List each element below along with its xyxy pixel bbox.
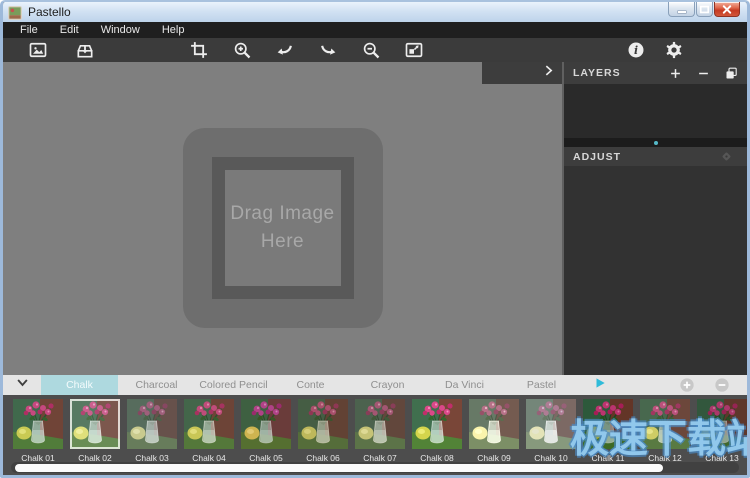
svg-text:i: i — [634, 44, 638, 57]
preset-tab[interactable]: Colored Pencil — [195, 375, 272, 395]
preset-tab[interactable]: Charcoal — [118, 375, 195, 395]
preset-thumbnail[interactable]: Chalk 07 — [355, 399, 405, 463]
preset-tab[interactable]: Chalk — [41, 375, 118, 395]
toolbar: i — [3, 38, 747, 62]
preset-thumbnail[interactable]: Chalk 12 — [640, 399, 690, 463]
maximize-button[interactable] — [696, 2, 713, 17]
close-button[interactable] — [714, 2, 740, 17]
preset-thumbnail-image[interactable] — [640, 399, 690, 449]
menu-item[interactable]: File — [9, 24, 49, 36]
toolbar-file-group — [27, 39, 96, 61]
right-panel: LAYERS ADJUST — [562, 62, 747, 375]
preset-thumbnail-image[interactable] — [583, 399, 633, 449]
thumbnail-list: Chalk 01 Chalk 02 Chalk 03 Chalk 04 — [13, 399, 747, 463]
save-image-icon[interactable] — [74, 39, 96, 61]
dropzone-text-line2: Here — [230, 228, 334, 256]
zoom-out-icon[interactable] — [360, 39, 382, 61]
adjust-title: ADJUST — [573, 151, 621, 163]
preset-thumbnail-image[interactable] — [184, 399, 234, 449]
dropzone-text: Drag Image Here — [230, 200, 334, 255]
remove-preset-button[interactable] — [714, 377, 730, 393]
preset-thumbnail[interactable]: Chalk 05 — [241, 399, 291, 463]
preset-thumbnail-image[interactable] — [70, 399, 120, 449]
preset-thumbnail[interactable]: Chalk 08 — [412, 399, 462, 463]
title-bar[interactable]: Pastello — [3, 2, 747, 22]
panel-collapse-bar[interactable] — [482, 62, 562, 84]
minimize-button[interactable] — [668, 2, 695, 17]
app-icon — [8, 6, 22, 20]
menu-item[interactable]: Help — [151, 24, 196, 36]
info-icon[interactable]: i — [625, 39, 647, 61]
dropzone-ring: Drag Image Here — [212, 157, 354, 299]
canvas-area[interactable]: Drag Image Here — [3, 62, 562, 375]
open-image-icon[interactable] — [27, 39, 49, 61]
adjust-reset-icon[interactable] — [718, 148, 735, 165]
preset-thumbnail[interactable]: Chalk 02 — [70, 399, 120, 463]
thumbnail-scrollbar-thumb[interactable] — [15, 464, 663, 472]
preset-thumbnail-image[interactable] — [355, 399, 405, 449]
undo-icon[interactable] — [274, 39, 296, 61]
layers-title: LAYERS — [573, 67, 621, 79]
preset-thumbnail-image[interactable] — [697, 399, 747, 449]
preset-thumbnail-image[interactable] — [241, 399, 291, 449]
panel-divider[interactable] — [564, 138, 747, 147]
toolbar-help-group: i — [625, 39, 685, 61]
dropzone-text-line1: Drag Image — [230, 200, 334, 228]
preset-tab[interactable]: Conte — [272, 375, 349, 395]
adjust-header: ADJUST — [564, 147, 747, 166]
menu-bar: FileEditWindowHelp — [3, 22, 747, 38]
chevron-down-icon — [15, 375, 30, 395]
zoom-in-icon[interactable] — [231, 39, 253, 61]
chevron-right-icon[interactable] — [542, 64, 555, 82]
add-preset-button[interactable] — [679, 377, 695, 393]
preset-thumbnail[interactable]: Chalk 09 — [469, 399, 519, 463]
add-layer-icon[interactable] — [668, 66, 683, 81]
preset-tab[interactable]: Crayon — [349, 375, 426, 395]
preset-tab[interactable]: Pastel — [503, 375, 580, 395]
divider-handle-dot — [654, 141, 658, 145]
preset-thumbnail[interactable]: Chalk 03 — [127, 399, 177, 463]
preset-thumbnail[interactable]: Chalk 10 — [526, 399, 576, 463]
image-dropzone[interactable]: Drag Image Here — [183, 128, 383, 328]
preset-tabs: ChalkCharcoalColored PencilConteCrayonDa… — [41, 375, 580, 395]
play-icon — [593, 376, 607, 395]
toolbar-edit-group — [188, 39, 425, 61]
preset-thumbnail-image[interactable] — [13, 399, 63, 449]
preview-image-icon[interactable] — [403, 39, 425, 61]
preset-thumbnail-image[interactable] — [469, 399, 519, 449]
main-area: Drag Image Here LAYERS ADJUST — [3, 62, 747, 375]
preset-thumbnail-image[interactable] — [127, 399, 177, 449]
remove-layer-icon[interactable] — [696, 66, 711, 81]
adjust-body — [564, 166, 747, 375]
menu-item[interactable]: Edit — [49, 24, 90, 36]
redo-icon[interactable] — [317, 39, 339, 61]
preset-thumbnail[interactable]: Chalk 04 — [184, 399, 234, 463]
menu-item[interactable]: Window — [90, 24, 151, 36]
settings-icon[interactable] — [663, 39, 685, 61]
preset-thumbnail[interactable]: Chalk 13 — [697, 399, 747, 463]
collapse-presets-button[interactable] — [3, 375, 41, 395]
preset-bar: ChalkCharcoalColored PencilConteCrayonDa… — [3, 375, 747, 395]
crop-icon[interactable] — [188, 39, 210, 61]
preset-thumbnail-image[interactable] — [412, 399, 462, 449]
layers-header: LAYERS — [564, 62, 747, 84]
duplicate-layer-icon[interactable] — [724, 66, 739, 81]
preset-thumbnail[interactable]: Chalk 11 — [583, 399, 633, 463]
play-presets-button[interactable] — [585, 375, 615, 395]
preset-thumbnail[interactable]: Chalk 06 — [298, 399, 348, 463]
layers-list[interactable] — [564, 84, 747, 138]
preset-tab[interactable]: Da Vinci — [426, 375, 503, 395]
app-window: Pastello FileEditWindowHelp i Dr — [0, 0, 750, 478]
thumbnail-scrollbar-track[interactable] — [11, 462, 739, 473]
preset-thumbnail-image[interactable] — [298, 399, 348, 449]
preset-thumbnail-strip: Chalk 01 Chalk 02 Chalk 03 Chalk 04 — [3, 395, 747, 475]
window-controls — [667, 2, 740, 17]
window-title: Pastello — [28, 5, 71, 19]
preset-thumbnail[interactable]: Chalk 01 — [13, 399, 63, 463]
preset-thumbnail-image[interactable] — [526, 399, 576, 449]
